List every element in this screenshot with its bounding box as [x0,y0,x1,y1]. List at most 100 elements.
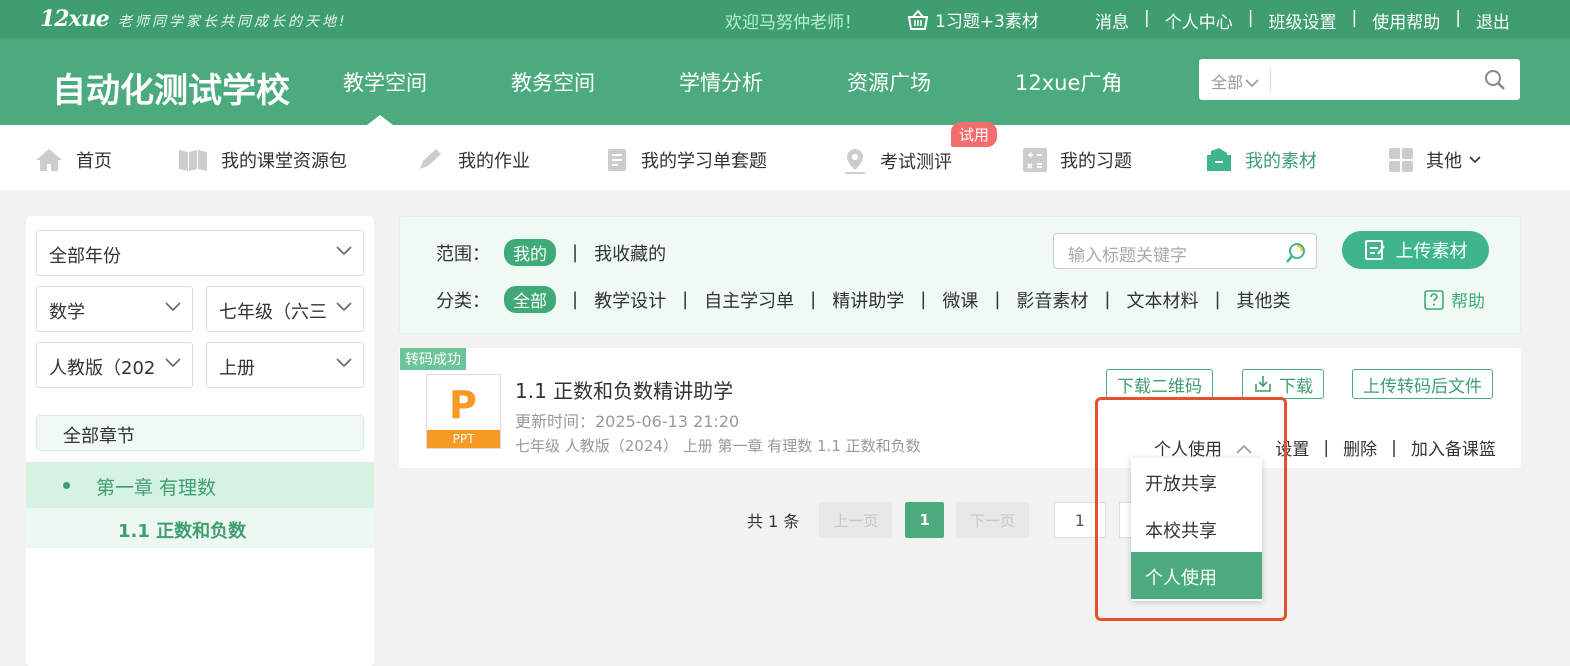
chapter-item[interactable]: 第一章 有理数 [26,462,374,508]
help-link[interactable]: 使用帮助 [1372,8,1440,33]
divider: | [1214,289,1221,310]
search-scope-value: 全部 [1211,73,1244,92]
top-links: 消息 | 个人中心 | 班级设置 | 使用帮助 | 退出 [1095,8,1510,33]
all-chapters-item[interactable]: 全部章节 [36,415,364,451]
divider: | [682,289,689,310]
upload-material-button[interactable]: 上传素材 [1342,231,1489,269]
transcode-success-tag: 转码成功 [400,348,466,370]
subject-select[interactable]: 数学 [36,286,193,332]
section-item[interactable]: 1.1 正数和负数 [26,508,374,548]
location-pin-icon [845,149,865,174]
chevron-down-icon [165,302,181,312]
category-lecture-aid[interactable]: 精讲助学 [832,287,904,313]
divider: | [572,289,579,310]
subnav-other[interactable]: 其他 [1388,147,1494,173]
category-other[interactable]: 其他类 [1237,287,1291,313]
subnav-my-materials[interactable]: 我的素材 [1205,147,1317,173]
add-to-basket-link[interactable]: 加入备课篮 [1411,435,1496,460]
year-select[interactable]: 全部年份 [36,230,364,276]
subnav-home[interactable]: 首页 [34,147,112,173]
nav-academic-affairs[interactable]: 教务空间 [511,67,595,97]
category-teaching-design[interactable]: 教学设计 [594,287,666,313]
chevron-down-icon [1245,79,1259,88]
divider: | [920,289,927,310]
next-page-button[interactable]: 下一页 [955,502,1029,538]
upload-label: 上传素材 [1395,241,1468,262]
scope-favorites[interactable]: 我收藏的 [594,240,666,266]
category-micro-lesson[interactable]: 微课 [942,287,978,313]
scope-row: 范围： 我的 | 我收藏的 [436,239,666,266]
edition-select-value: 人教版（202 [49,358,156,379]
subnav-label: 我的习题 [1060,151,1132,172]
nav-learning-analysis[interactable]: 学情分析 [679,67,763,97]
chevron-down-icon [165,358,181,368]
grade-select[interactable]: 七年级（六三 [206,286,364,332]
delete-link[interactable]: 删除 [1343,435,1377,460]
messages-link[interactable]: 消息 [1095,8,1129,33]
volume-select-value: 上册 [219,358,255,379]
category-self-study[interactable]: 自主学习单 [704,287,794,313]
chevron-down-icon [336,302,352,312]
global-search[interactable]: 全部 [1199,59,1520,100]
trial-badge: 试用 [951,122,998,147]
divider: | [1391,437,1397,458]
basket-count: 1习题+3素材 [935,12,1039,32]
prev-page-button[interactable]: 上一页 [819,502,893,538]
download-label: 下载 [1279,376,1313,397]
search-icon[interactable] [1484,69,1506,91]
subnav-homework[interactable]: 我的作业 [416,147,530,173]
divider: | [1323,437,1330,458]
total-count: 共 1 条 [747,512,800,531]
help-link[interactable]: 帮助 [1423,287,1485,312]
welcome-text: 欢迎马努仲老师！ [725,13,861,33]
chevron-down-icon [336,246,352,256]
material-search-input[interactable]: 输入标题关键字 [1053,233,1317,269]
edition-select[interactable]: 人教版（202 [36,342,193,388]
download-icon [1255,376,1271,392]
class-settings-link[interactable]: 班级设置 [1268,8,1336,33]
nav-resource-plaza[interactable]: 资源广场 [847,67,931,97]
subnav-study-sheets[interactable]: 我的学习单套题 [605,147,767,173]
site-logo[interactable]: 12xue [40,6,110,32]
chapter-label: 第一章 有理数 [96,477,217,499]
category-media[interactable]: 影音素材 [1016,287,1088,313]
divider: | [572,242,579,263]
nav-teaching-space[interactable]: 教学空间 [343,67,427,97]
subnav-my-exercises[interactable]: 我的习题 [1022,147,1132,173]
folder-icon [1207,148,1231,171]
main-nav: 教学空间 教务空间 学情分析 资源广场 12xue广角 [343,67,1122,97]
search-scope-select[interactable]: 全部 [1211,69,1259,93]
search-icon[interactable] [1284,241,1308,265]
personal-center-link[interactable]: 个人中心 [1165,8,1233,33]
help-icon [1424,289,1444,310]
nav-12xue-corner[interactable]: 12xue广角 [1015,67,1122,97]
scope-mine[interactable]: 我的 [504,239,556,266]
upload-transcoded-button[interactable]: 上传转码后文件 [1352,369,1493,399]
current-page[interactable]: 1 [905,502,944,538]
calculator-icon [1023,148,1047,172]
pagination: 共 1 条 上一页 1 下一页 1 [747,502,1141,538]
divider: | [1351,8,1358,28]
basket-icon [907,8,929,30]
logout-link[interactable]: 退出 [1476,8,1510,33]
help-label: 帮助 [1451,292,1485,312]
category-all[interactable]: 全部 [504,286,556,313]
material-updated-time: 更新时间：2025-06-13 21:20 [515,412,740,431]
subnav-label: 我的素材 [1245,151,1317,172]
ppt-file-icon[interactable]: P PPT [426,374,501,449]
download-button[interactable]: 下载 [1242,369,1324,399]
pencil-icon [420,149,441,169]
material-title[interactable]: 1.1 正数和负数精讲助学 [515,375,733,404]
subnav-exams[interactable]: 考试测评 [842,147,952,175]
divider: | [1104,289,1111,310]
school-name: 自动化测试学校 [52,71,290,111]
document-icon [608,149,626,171]
grade-select-value: 七年级（六三 [219,302,327,323]
subject-select-value: 数学 [49,302,85,323]
volume-select[interactable]: 上册 [206,342,364,388]
basket-link[interactable]: 1习题+3素材 [906,7,1039,32]
category-text[interactable]: 文本材料 [1126,287,1198,313]
subnav-resource-pack[interactable]: 我的课堂资源包 [177,147,347,173]
book-icon [179,150,207,171]
download-qrcode-button[interactable]: 下载二维码 [1106,369,1213,399]
